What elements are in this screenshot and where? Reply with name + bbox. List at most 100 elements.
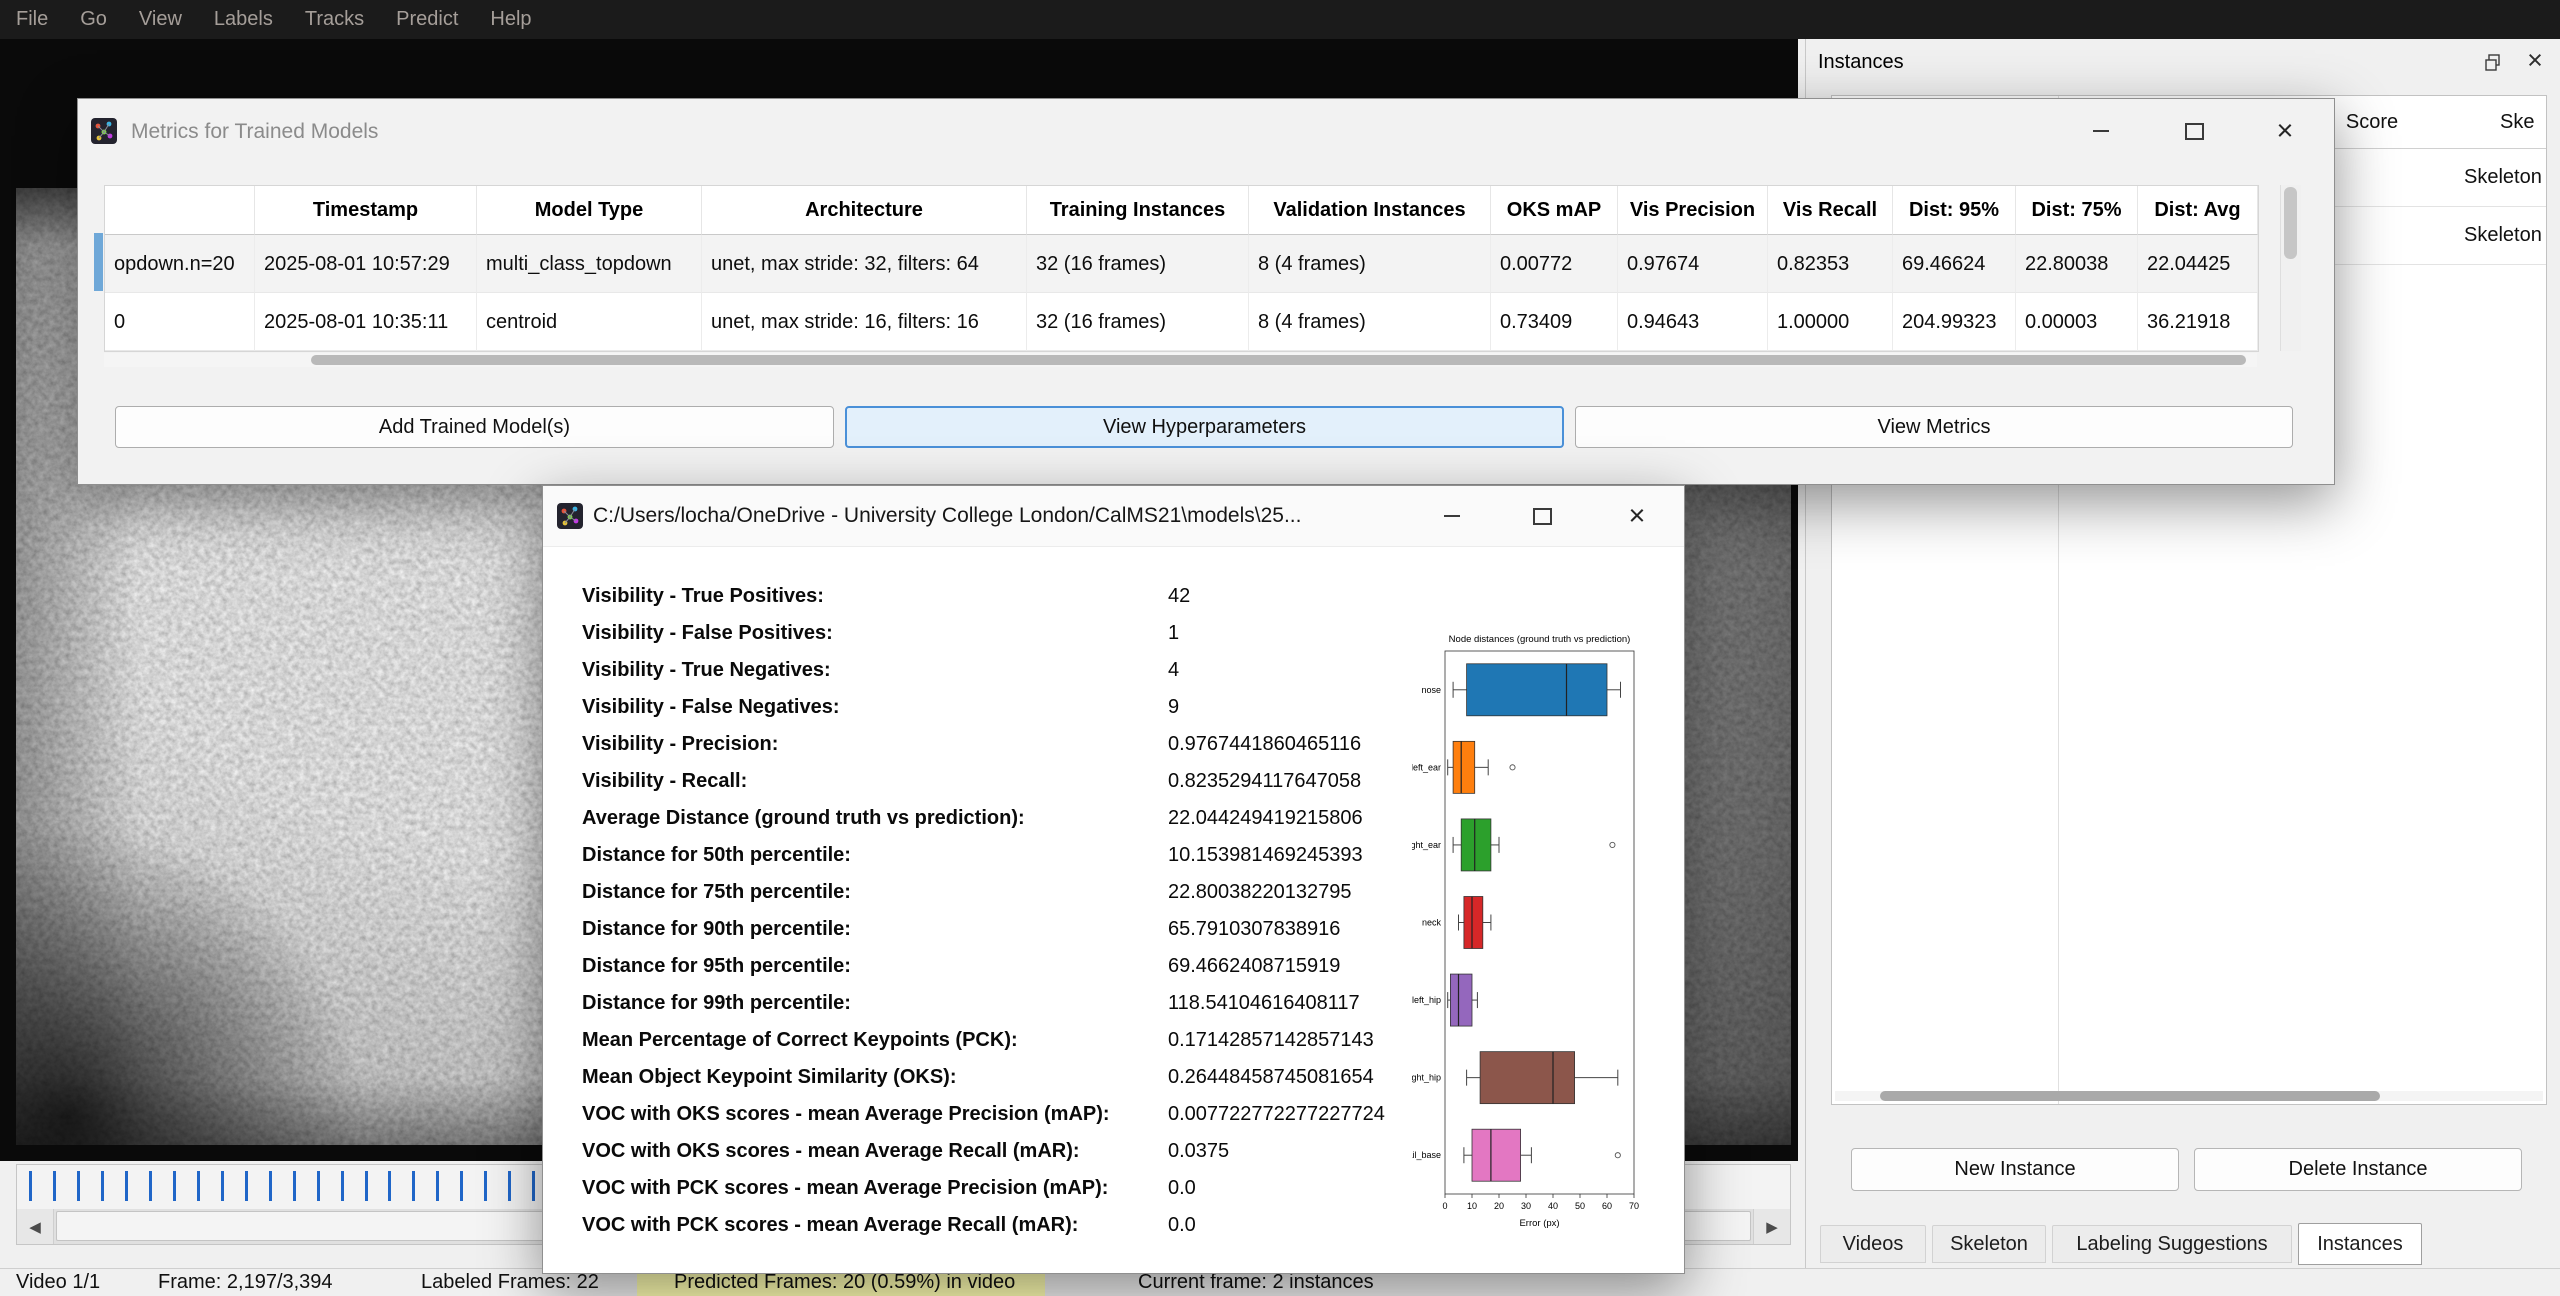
- trained-models-table[interactable]: TimestampModel TypeArchitectureTraining …: [104, 185, 2259, 352]
- models-cell-1-5[interactable]: 8 (4 frames): [1249, 293, 1491, 351]
- menu-file[interactable]: File: [0, 0, 64, 39]
- metric-row: Visibility - False Positives:1: [582, 615, 1412, 652]
- menu-labels[interactable]: Labels: [198, 0, 289, 39]
- metric-value: 10.153981469245393: [1168, 844, 1363, 867]
- minimize-icon[interactable]: [1421, 494, 1483, 538]
- models-column-header-9[interactable]: Dist: 95%: [1893, 186, 2016, 235]
- add-trained-models-button[interactable]: Add Trained Model(s): [115, 406, 834, 448]
- models-table-vscrollbar[interactable]: [2280, 185, 2301, 351]
- models-cell-1-3[interactable]: unet, max stride: 16, filters: 16: [702, 293, 1027, 351]
- metric-label: VOC with PCK scores - mean Average Recal…: [582, 1214, 1168, 1237]
- metric-value: 0.007722772277227724: [1168, 1103, 1385, 1126]
- maximize-icon[interactable]: [2163, 109, 2225, 153]
- models-cell-0-7[interactable]: 0.97674: [1618, 235, 1768, 293]
- view-hyperparameters-button[interactable]: View Hyperparameters: [845, 406, 1564, 448]
- models-cell-1-1[interactable]: 2025-08-01 10:35:11: [255, 293, 477, 351]
- menu-view[interactable]: View: [123, 0, 198, 39]
- models-cell-1-9[interactable]: 204.99323: [1893, 293, 2016, 351]
- svg-text:10: 10: [1467, 1201, 1477, 1211]
- models-column-header-6[interactable]: OKS mAP: [1491, 186, 1618, 235]
- models-cell-0-5[interactable]: 8 (4 frames): [1249, 235, 1491, 293]
- svg-text:tail_base: tail_base: [1412, 1150, 1441, 1160]
- models-table-vscroll-thumb[interactable]: [2284, 187, 2297, 259]
- models-cell-1-8[interactable]: 1.00000: [1768, 293, 1893, 351]
- models-column-header-11[interactable]: Dist: Avg: [2138, 186, 2258, 235]
- models-column-header-2[interactable]: Model Type: [477, 186, 702, 235]
- labeled-frame-tick: [460, 1171, 463, 1201]
- tab-labeling-suggestions[interactable]: Labeling Suggestions: [2052, 1225, 2292, 1263]
- labeled-frame-tick: [173, 1171, 176, 1201]
- models-table-hscroll-thumb[interactable]: [311, 355, 2246, 365]
- view-metrics-button[interactable]: View Metrics: [1575, 406, 2293, 448]
- models-cell-0-6[interactable]: 0.00772: [1491, 235, 1618, 293]
- models-cell-0-4[interactable]: 32 (16 frames): [1027, 235, 1249, 293]
- models-table-hscrollbar[interactable]: [104, 353, 2257, 367]
- models-column-header-10[interactable]: Dist: 75%: [2016, 186, 2138, 235]
- metric-value: 4: [1168, 659, 1179, 682]
- menu-go[interactable]: Go: [64, 0, 123, 39]
- tab-videos[interactable]: Videos: [1820, 1225, 1926, 1263]
- models-cell-1-11[interactable]: 36.21918: [2138, 293, 2258, 351]
- menu-help[interactable]: Help: [474, 0, 547, 39]
- models-column-header-4[interactable]: Training Instances: [1027, 186, 1249, 235]
- models-cell-0-11[interactable]: 22.04425: [2138, 235, 2258, 293]
- models-column-header-0[interactable]: [105, 186, 255, 235]
- metric-value: 65.7910307838916: [1168, 918, 1340, 941]
- column-header-score[interactable]: Score: [2327, 96, 2417, 148]
- menu-tracks[interactable]: Tracks: [289, 0, 380, 39]
- metric-label: Distance for 50th percentile:: [582, 844, 1168, 867]
- models-cell-1-10[interactable]: 0.00003: [2016, 293, 2138, 351]
- row-selection-indicator: [94, 233, 103, 291]
- models-column-header-1[interactable]: Timestamp: [255, 186, 477, 235]
- instances-dock-title: Instances: [1818, 39, 1904, 85]
- dock-float-icon[interactable]: [2478, 49, 2508, 75]
- models-cell-1-2[interactable]: centroid: [477, 293, 702, 351]
- new-instance-button[interactable]: New Instance: [1851, 1148, 2179, 1191]
- tab-instances[interactable]: Instances: [2298, 1223, 2422, 1265]
- node-distances-boxplot: Node distances (ground truth vs predicti…: [1412, 564, 1664, 1255]
- instances-dock-header: Instances ×: [1806, 39, 2560, 85]
- models-column-header-5[interactable]: Validation Instances: [1249, 186, 1491, 235]
- models-cell-0-9[interactable]: 69.46624: [1893, 235, 2016, 293]
- labeled-frame-tick: [365, 1171, 368, 1201]
- svg-text:40: 40: [1548, 1201, 1558, 1211]
- metric-value: 0.26448458745081654: [1168, 1066, 1374, 1089]
- maximize-icon[interactable]: [1511, 494, 1573, 538]
- models-cell-0-0[interactable]: opdown.n=20: [105, 235, 255, 293]
- status-video-count: Video 1/1: [16, 1269, 100, 1296]
- delete-instance-button[interactable]: Delete Instance: [2194, 1148, 2522, 1191]
- instances-hscrollbar[interactable]: [1835, 1091, 2543, 1101]
- column-header-skeleton[interactable]: Skeleton: [2500, 96, 2534, 148]
- tab-skeleton[interactable]: Skeleton: [1932, 1225, 2046, 1263]
- models-column-header-7[interactable]: Vis Precision: [1618, 186, 1768, 235]
- details-dialog-titlebar[interactable]: C:/Users/locha/OneDrive - University Col…: [543, 486, 1684, 547]
- models-cell-0-1[interactable]: 2025-08-01 10:57:29: [255, 235, 477, 293]
- svg-text:70: 70: [1629, 1201, 1639, 1211]
- svg-text:Error (px): Error (px): [1519, 1218, 1559, 1229]
- labeled-frame-tick: [293, 1171, 296, 1201]
- dock-close-icon[interactable]: ×: [2520, 45, 2550, 75]
- models-cell-0-2[interactable]: multi_class_topdown: [477, 235, 702, 293]
- models-cell-0-10[interactable]: 22.80038: [2016, 235, 2138, 293]
- svg-text:right_ear: right_ear: [1412, 840, 1441, 850]
- close-icon[interactable]: ×: [2254, 109, 2316, 153]
- metrics-dialog-title: Metrics for Trained Models: [131, 99, 378, 164]
- metric-label: Mean Percentage of Correct Keypoints (PC…: [582, 1029, 1168, 1052]
- minimize-icon[interactable]: [2070, 109, 2132, 153]
- models-cell-0-8[interactable]: 0.82353: [1768, 235, 1893, 293]
- instances-hscroll-thumb[interactable]: [1880, 1091, 2380, 1101]
- metric-label: Visibility - Recall:: [582, 770, 1168, 793]
- models-cell-1-4[interactable]: 32 (16 frames): [1027, 293, 1249, 351]
- models-cell-1-7[interactable]: 0.94643: [1618, 293, 1768, 351]
- models-column-header-8[interactable]: Vis Recall: [1768, 186, 1893, 235]
- models-cell-0-3[interactable]: unet, max stride: 32, filters: 64: [702, 235, 1027, 293]
- svg-text:left_hip: left_hip: [1412, 995, 1441, 1005]
- models-cell-1-0[interactable]: 0: [105, 293, 255, 351]
- close-icon[interactable]: ×: [1606, 494, 1668, 538]
- menu-predict[interactable]: Predict: [380, 0, 474, 39]
- seek-next-icon[interactable]: ▶: [1753, 1209, 1790, 1244]
- models-cell-1-6[interactable]: 0.73409: [1491, 293, 1618, 351]
- models-column-header-3[interactable]: Architecture: [702, 186, 1027, 235]
- seek-prev-icon[interactable]: ◀: [17, 1209, 54, 1244]
- metrics-dialog-titlebar[interactable]: Metrics for Trained Models ×: [78, 99, 2334, 164]
